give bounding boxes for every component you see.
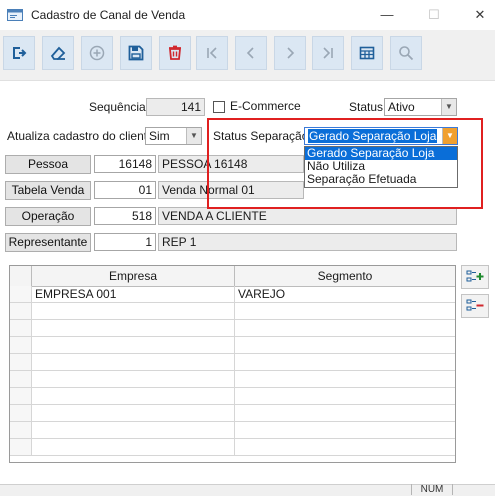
atualiza-cadastro-label: Atualiza cadastro do cliente	[7, 129, 154, 143]
row-indicator-header	[10, 266, 32, 286]
clear-button[interactable]	[42, 36, 74, 70]
column-header-segmento[interactable]: Segmento	[235, 266, 455, 286]
cell-empresa[interactable]	[32, 405, 235, 421]
cell-empresa[interactable]	[32, 303, 235, 319]
highlight-annotation	[207, 118, 483, 209]
last-record-icon	[323, 47, 333, 59]
previous-record-icon	[246, 47, 254, 59]
eraser-icon	[50, 46, 66, 60]
cell-empresa[interactable]	[32, 439, 235, 455]
row-indicator	[10, 286, 32, 302]
chevron-down-icon[interactable]: ▼	[186, 128, 201, 144]
atualiza-cadastro-combobox[interactable]: Sim ▼	[145, 127, 202, 145]
table-row[interactable]	[10, 303, 455, 320]
exit-button[interactable]	[3, 36, 35, 70]
empresa-segmento-grid[interactable]: Empresa Segmento EMPRESA 001 VAREJO	[9, 265, 456, 463]
sequencia-label: Sequência	[89, 100, 146, 114]
grid-view-icon	[359, 46, 375, 60]
cell-empresa[interactable]	[32, 320, 235, 336]
toolbar-divider	[0, 80, 495, 81]
delete-button[interactable]	[159, 36, 191, 70]
table-row[interactable]	[10, 422, 455, 439]
cell-empresa[interactable]	[32, 422, 235, 438]
grid-view-button[interactable]	[351, 36, 383, 70]
window-title: Cadastro de Canal de Venda	[31, 8, 186, 22]
column-header-empresa[interactable]: Empresa	[32, 266, 235, 286]
cell-empresa[interactable]: EMPRESA 001	[32, 286, 235, 302]
close-button[interactable]: ✕	[470, 6, 490, 24]
add-row-button[interactable]	[461, 265, 489, 289]
tabela-venda-code-field[interactable]: 01	[94, 181, 156, 199]
minimize-button[interactable]: —	[377, 6, 397, 24]
cell-empresa[interactable]	[32, 388, 235, 404]
ecommerce-checkbox[interactable]	[213, 101, 225, 113]
row-indicator	[10, 320, 32, 336]
row-indicator	[10, 371, 32, 387]
row-indicator	[10, 405, 32, 421]
add-row-icon	[466, 270, 484, 282]
exit-icon	[13, 47, 27, 59]
next-record-button[interactable]	[274, 36, 306, 70]
remove-row-button[interactable]	[461, 294, 489, 318]
table-row[interactable]	[10, 337, 455, 354]
remove-row-icon	[466, 299, 484, 311]
save-button[interactable]	[120, 36, 152, 70]
operacao-button[interactable]: Operação	[5, 207, 91, 226]
row-indicator	[10, 303, 32, 319]
table-row[interactable]	[10, 405, 455, 422]
chevron-down-icon[interactable]: ▼	[441, 99, 456, 115]
table-row[interactable]	[10, 388, 455, 405]
pessoa-button[interactable]: Pessoa	[5, 155, 91, 174]
row-indicator	[10, 354, 32, 370]
first-record-icon	[207, 47, 217, 59]
representante-code-field[interactable]: 1	[94, 233, 156, 251]
num-lock-indicator: NUM	[411, 484, 453, 495]
table-row[interactable]: EMPRESA 001 VAREJO	[10, 286, 455, 303]
grid-header: Empresa Segmento	[10, 266, 455, 287]
add-button[interactable]	[81, 36, 113, 70]
cell-empresa[interactable]	[32, 337, 235, 353]
status-combobox-value: Ativo	[388, 100, 415, 114]
table-row[interactable]	[10, 320, 455, 337]
row-indicator	[10, 337, 32, 353]
operacao-code-field[interactable]: 518	[94, 207, 156, 225]
first-record-button[interactable]	[196, 36, 228, 70]
ecommerce-label: E-Commerce	[230, 99, 301, 113]
status-label: Status	[349, 100, 384, 114]
previous-record-button[interactable]	[235, 36, 267, 70]
title-bar: Cadastro de Canal de Venda — ☐ ✕	[0, 0, 495, 30]
sequencia-field: 141	[146, 98, 205, 116]
delete-icon	[169, 45, 181, 60]
last-record-button[interactable]	[312, 36, 344, 70]
cell-segmento[interactable]: VAREJO	[235, 286, 455, 302]
search-icon	[399, 46, 414, 61]
table-row[interactable]	[10, 439, 455, 456]
table-row[interactable]	[10, 354, 455, 371]
operacao-name-field: VENDA A CLIENTE	[158, 207, 457, 225]
next-record-icon	[287, 47, 295, 59]
app-window-icon	[7, 9, 23, 21]
cell-empresa[interactable]	[32, 371, 235, 387]
pessoa-code-field[interactable]: 16148	[94, 155, 156, 173]
table-row[interactable]	[10, 371, 455, 388]
row-indicator	[10, 388, 32, 404]
atualiza-cadastro-value: Sim	[149, 129, 170, 143]
status-combobox[interactable]: Ativo ▼	[384, 98, 457, 116]
cell-empresa[interactable]	[32, 354, 235, 370]
representante-button[interactable]: Representante	[5, 233, 91, 252]
representante-name-field: REP 1	[158, 233, 457, 251]
search-button[interactable]	[390, 36, 422, 70]
tabela-venda-button[interactable]: Tabela Venda	[5, 181, 91, 200]
row-indicator	[10, 439, 32, 455]
maximize-button[interactable]: ☐	[424, 6, 444, 24]
row-indicator	[10, 422, 32, 438]
add-icon	[89, 45, 105, 61]
save-icon	[128, 45, 144, 61]
